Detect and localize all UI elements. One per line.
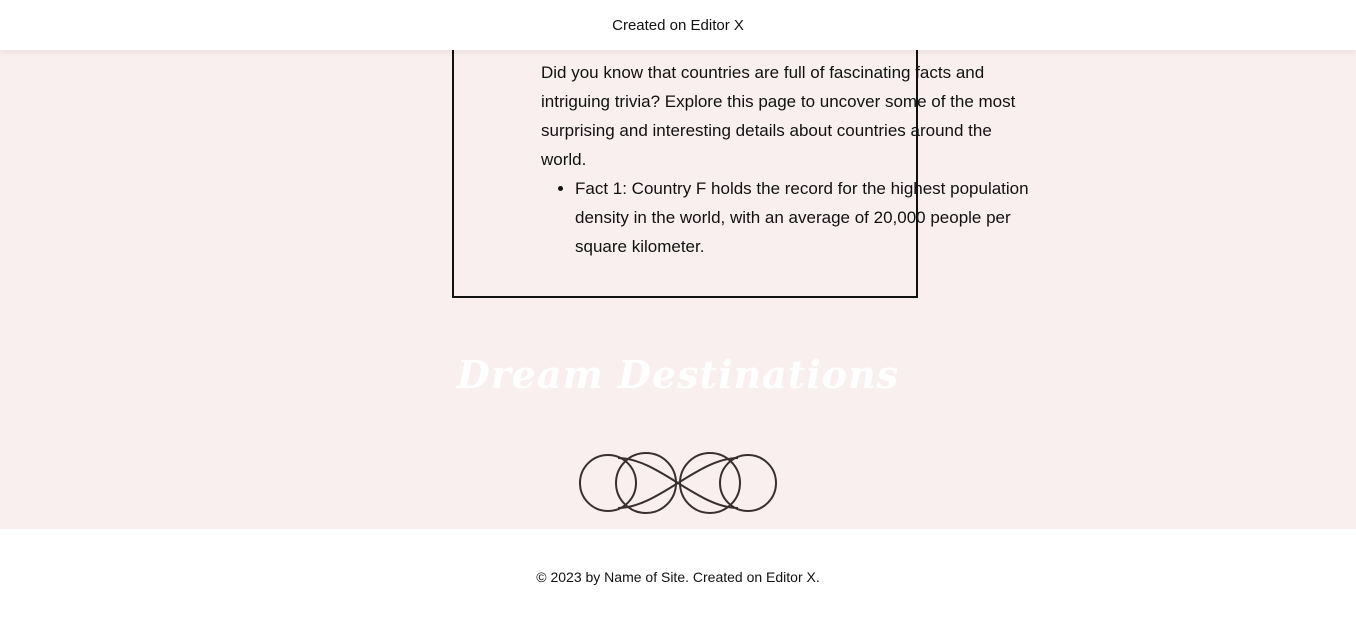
page-footer: © 2023 by Name of Site. Created on Edito… xyxy=(0,529,1356,629)
site-credit: Created on Editor X xyxy=(612,16,744,34)
footer-copyright: © 2023 by Name of Site. Created on Edito… xyxy=(536,569,820,585)
fact-item: Fact 1: Country F holds the record for t… xyxy=(575,174,1031,261)
facts-list: Fact 1: Country F holds the record for t… xyxy=(541,174,1031,261)
infinity-ornament-icon xyxy=(579,452,777,514)
top-header: Created on Editor X xyxy=(0,0,1356,50)
facts-content: Did you know that countries are full of … xyxy=(541,58,1031,261)
destinations-title: Dream Destinations xyxy=(456,352,900,397)
facts-intro: Did you know that countries are full of … xyxy=(541,63,1016,169)
main-section: Did you know that countries are full of … xyxy=(0,50,1356,529)
